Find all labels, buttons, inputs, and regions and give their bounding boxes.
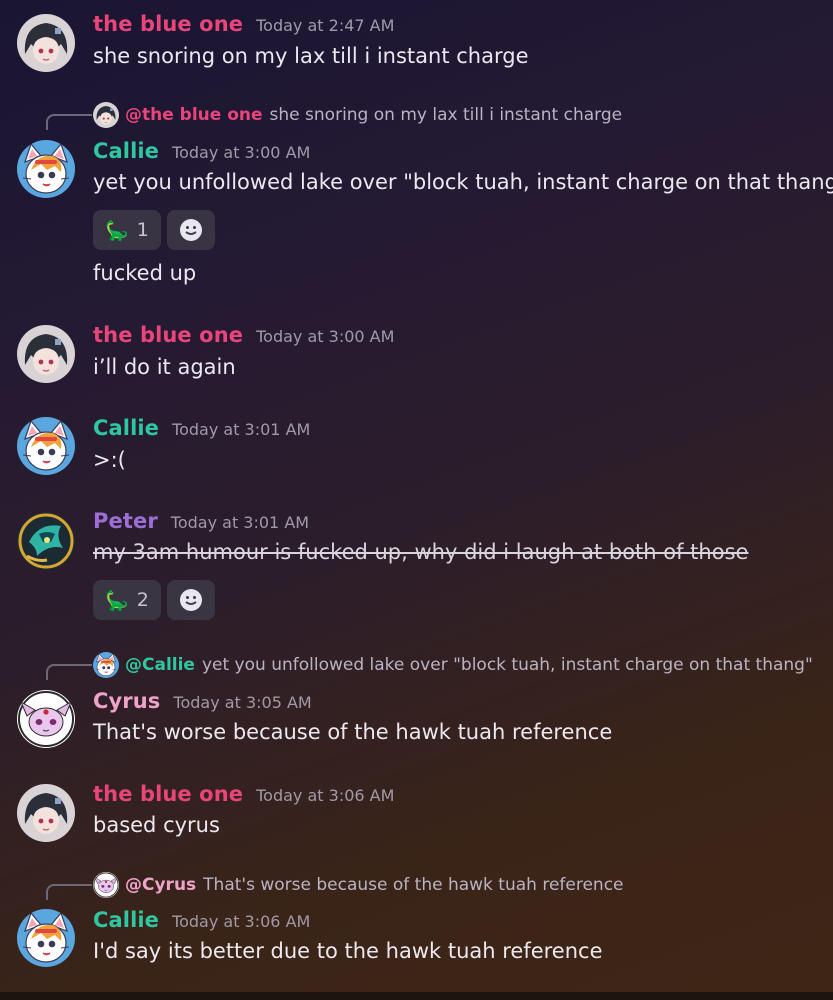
bottom-edge bbox=[0, 992, 833, 1000]
avatar[interactable] bbox=[17, 140, 75, 198]
reply-preview[interactable]: @the blue one she snoring on my lax till… bbox=[93, 102, 622, 128]
message-text-strikethrough: my 3am humour is fucked up, why did i la… bbox=[93, 540, 749, 564]
timestamp: Today at 2:47 AM bbox=[256, 16, 395, 35]
dinosaur-emoji-icon: 🦕 bbox=[105, 589, 129, 612]
message-text: i’ll do it again bbox=[93, 355, 236, 379]
reply-preview[interactable]: @Cyrus That's worse because of the hawk … bbox=[93, 872, 624, 898]
timestamp: Today at 3:01 AM bbox=[170, 513, 310, 532]
message-text: she snoring on my lax till i instant cha… bbox=[93, 44, 529, 68]
reply-avatar bbox=[93, 872, 119, 898]
dinosaur-emoji-icon: 🦕 bbox=[105, 219, 129, 242]
smiley-icon bbox=[180, 219, 202, 241]
reaction-button[interactable]: 🦕 2 bbox=[93, 580, 161, 620]
timestamp: Today at 3:06 AM bbox=[256, 786, 395, 805]
avatar[interactable] bbox=[17, 512, 75, 570]
message-text: I'd say its better due to the hawk tuah … bbox=[93, 939, 603, 963]
username[interactable]: the blue one bbox=[93, 782, 243, 806]
add-reaction-button[interactable] bbox=[167, 210, 215, 250]
reply-text: That's worse because of the hawk tuah re… bbox=[203, 875, 624, 895]
username[interactable]: the blue one bbox=[93, 12, 243, 36]
timestamp: Today at 3:06 AM bbox=[172, 912, 311, 931]
username[interactable]: Peter bbox=[93, 509, 158, 533]
reply-mention[interactable]: @the blue one bbox=[125, 105, 263, 125]
reply-avatar bbox=[93, 102, 119, 128]
reaction-button[interactable]: 🦕 1 bbox=[93, 210, 161, 250]
avatar[interactable] bbox=[17, 14, 75, 72]
timestamp: Today at 3:01 AM bbox=[172, 420, 311, 439]
reply-connector bbox=[46, 114, 92, 130]
reply-preview[interactable]: @Callie yet you unfollowed lake over "bl… bbox=[93, 652, 813, 678]
username[interactable]: Cyrus bbox=[93, 689, 160, 713]
username[interactable]: Callie bbox=[93, 908, 159, 932]
smiley-icon bbox=[180, 589, 202, 611]
message-text: yet you unfollowed lake over "block tuah… bbox=[93, 170, 833, 194]
avatar[interactable] bbox=[17, 690, 75, 748]
reply-mention[interactable]: @Cyrus bbox=[125, 875, 196, 895]
username[interactable]: Callie bbox=[93, 139, 159, 163]
message-text: based cyrus bbox=[93, 813, 220, 837]
reply-mention[interactable]: @Callie bbox=[125, 655, 195, 675]
message-text: >:( bbox=[93, 448, 126, 472]
timestamp: Today at 3:00 AM bbox=[256, 327, 395, 346]
username[interactable]: the blue one bbox=[93, 323, 243, 347]
reply-text: yet you unfollowed lake over "block tuah… bbox=[201, 655, 813, 675]
timestamp: Today at 3:00 AM bbox=[172, 143, 311, 162]
timestamp: Today at 3:05 AM bbox=[173, 693, 312, 712]
reply-connector bbox=[46, 884, 92, 900]
message-text: That's worse because of the hawk tuah re… bbox=[93, 720, 613, 744]
username[interactable]: Callie bbox=[93, 416, 159, 440]
reply-text: she snoring on my lax till i instant cha… bbox=[269, 105, 623, 125]
avatar[interactable] bbox=[17, 417, 75, 475]
avatar[interactable] bbox=[17, 909, 75, 967]
reaction-count: 1 bbox=[136, 219, 149, 241]
reaction-count: 2 bbox=[136, 589, 149, 611]
message-text: fucked up bbox=[93, 261, 197, 285]
reply-avatar bbox=[93, 652, 119, 678]
reply-connector bbox=[46, 664, 92, 680]
avatar[interactable] bbox=[17, 325, 75, 383]
add-reaction-button[interactable] bbox=[167, 580, 215, 620]
avatar[interactable] bbox=[17, 784, 75, 842]
